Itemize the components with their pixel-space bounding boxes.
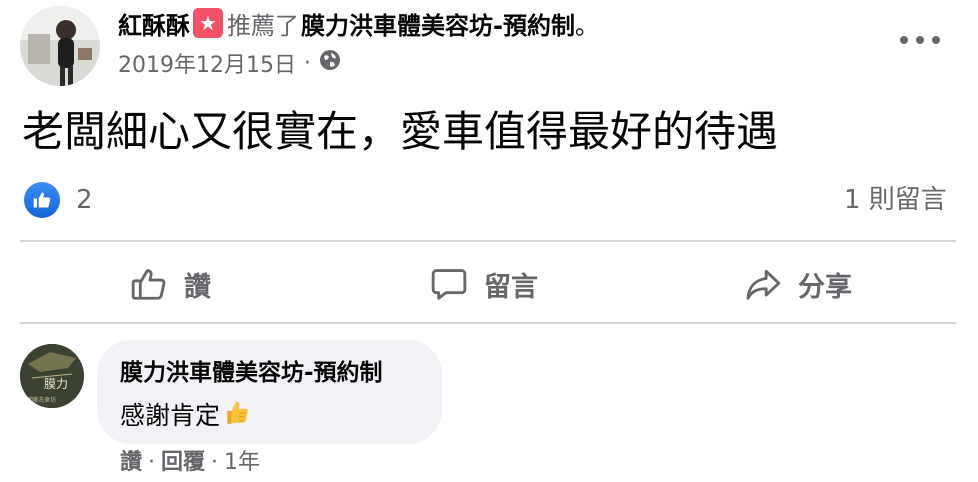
commenter-avatar-text: 膜力 — [44, 377, 68, 391]
like-button[interactable]: 讚 — [130, 262, 211, 306]
reaction-count[interactable]: 2 — [76, 184, 93, 216]
like-button-label: 讚 — [184, 271, 211, 303]
comment-text: 感謝肯定 — [120, 398, 250, 434]
svg-text:鍍膜洗車坊: 鍍膜洗車坊 — [26, 396, 56, 404]
share-button-label: 分享 — [798, 271, 852, 303]
comment-text-content: 感謝肯定 — [120, 401, 221, 430]
comment-time[interactable]: 1年 — [224, 448, 260, 478]
globe-icon — [319, 49, 341, 77]
share-arrow-icon — [746, 269, 781, 300]
comment-button[interactable]: 留言 — [430, 262, 538, 306]
commenter-avatar[interactable]: 膜力 鍍膜洗車坊 — [20, 344, 84, 408]
thumbs-up-outline-icon — [131, 269, 166, 300]
comment-like-link[interactable]: 讚 — [120, 448, 142, 478]
author-name[interactable]: 紅酥酥 — [118, 6, 190, 41]
meta-separator: · — [303, 50, 311, 76]
thumbs-up-emoji-icon — [224, 398, 250, 434]
divider — [20, 240, 956, 242]
comment-bubble-icon — [431, 269, 467, 300]
header-period: 。 — [574, 11, 599, 40]
comment-reply-link[interactable]: 回覆 — [161, 448, 205, 478]
more-options-icon[interactable] — [900, 30, 940, 50]
comment-separator: · — [211, 450, 219, 475]
recommend-verb: 推薦了 — [227, 11, 299, 40]
comment-button-label: 留言 — [484, 271, 538, 303]
comment-actions: 讚 · 回覆 · 1年 — [120, 448, 260, 478]
comment-count-link[interactable]: 1 則留言 — [844, 184, 947, 216]
post-date[interactable]: 2019年12月15日 — [118, 47, 296, 79]
post-meta: 2019年12月15日 · — [118, 48, 341, 78]
post-text: 老闆細心又很實在，愛車值得最好的待遇 — [22, 107, 779, 156]
thumbs-up-icon[interactable] — [24, 182, 60, 218]
commenter-name[interactable]: 膜力洪車體美容坊-預約制 — [120, 358, 383, 388]
divider — [20, 322, 956, 324]
recommend-star-icon: ★ — [193, 8, 223, 38]
share-button[interactable]: 分享 — [744, 262, 852, 306]
author-avatar[interactable] — [20, 6, 100, 86]
comment-separator: · — [148, 450, 156, 475]
post-header: 紅酥酥 ★ 推薦了 膜力洪車體美容坊-預約制 。 — [118, 6, 599, 40]
page-name-link[interactable]: 膜力洪車體美容坊-預約制 — [301, 6, 575, 41]
